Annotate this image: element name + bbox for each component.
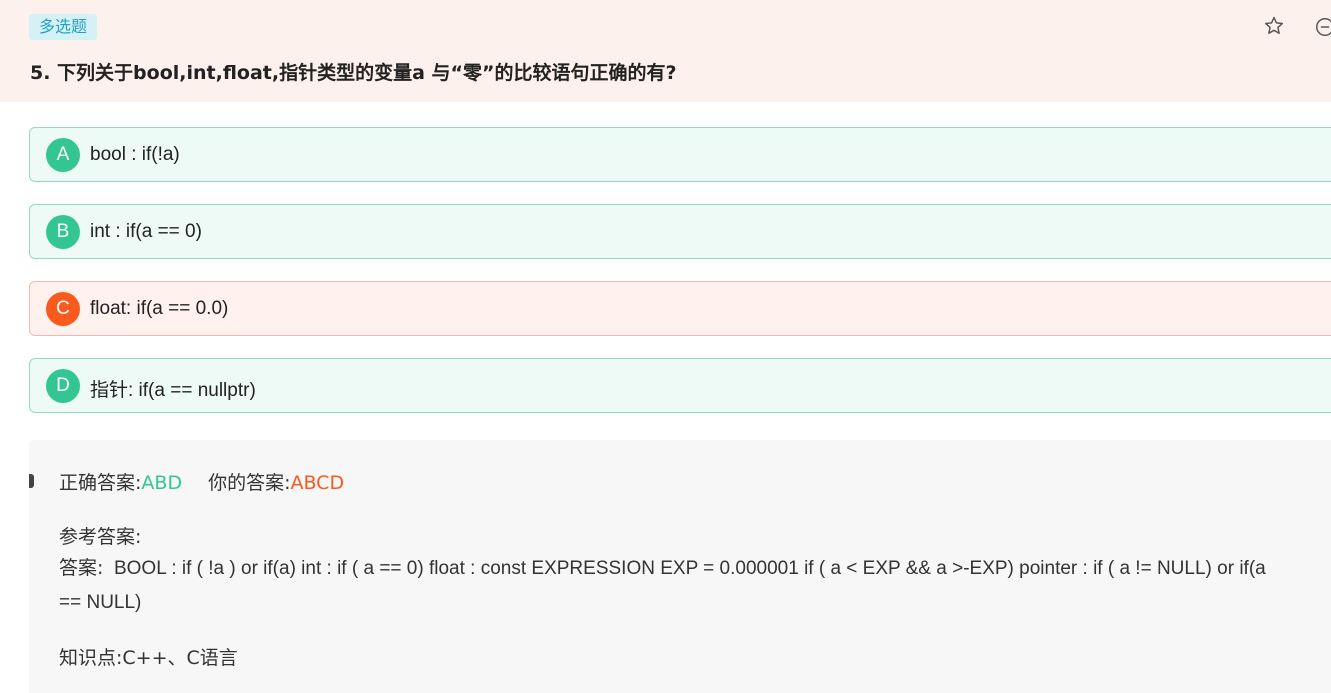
correct-answer-label: 正确答案: <box>59 472 142 494</box>
option-c[interactable]: C float: if(a == 0.0) <box>29 281 1331 336</box>
your-answer-value: ABCD <box>290 472 345 494</box>
reference-answer-title: 参考答案: <box>59 526 142 548</box>
knowledge-value: C++、C语言 <box>122 647 238 669</box>
reference-answer-body: 答案: BOOL : if ( !a ) or if(a) int : if (… <box>59 551 1289 620</box>
knowledge-label: 知识点: <box>59 647 123 669</box>
option-text: bool : if(!a) <box>90 144 180 165</box>
option-text: int : if(a == 0) <box>90 221 202 242</box>
option-text: 指针: if(a == nullptr) <box>90 380 256 401</box>
question-title: 5. 下列关于bool,int,float,指针类型的变量a 与“零”的比较语句… <box>30 62 677 84</box>
option-b[interactable]: B int : if(a == 0) <box>29 204 1331 259</box>
answer-summary: 正确答案:ABD 你的答案:ABCD <box>59 468 344 495</box>
option-letter-badge: A <box>46 138 80 172</box>
answer-analysis-panel: 正确答案:ABD 你的答案:ABCD 参考答案: 答案: BOOL : if ( … <box>29 440 1331 693</box>
section-marker <box>29 474 34 488</box>
correct-answer-value: ABD <box>141 472 183 494</box>
option-d[interactable]: D 指针: if(a == nullptr) <box>29 358 1331 413</box>
option-text: float: if(a == 0.0) <box>90 298 229 319</box>
your-answer-label: 你的答案: <box>208 472 291 494</box>
star-icon[interactable] <box>1263 15 1285 37</box>
option-a[interactable]: A bool : if(!a) <box>29 127 1331 182</box>
option-letter-badge: C <box>46 292 80 326</box>
question-type-badge: 多选题 <box>29 14 98 40</box>
knowledge-points: 知识点:C++、C语言 <box>59 643 238 670</box>
reference-answer-text: BOOL : if ( !a ) or if(a) int : if ( a =… <box>59 558 1266 613</box>
minus-circle-icon[interactable] <box>1314 16 1331 38</box>
question-header: 多选题 5. 下列关于bool,int,float,指针类型的变量a 与“零”的… <box>0 0 1331 102</box>
reference-answer-label: 答案: <box>59 557 104 579</box>
option-letter-badge: D <box>46 369 80 403</box>
option-letter-badge: B <box>46 215 80 249</box>
